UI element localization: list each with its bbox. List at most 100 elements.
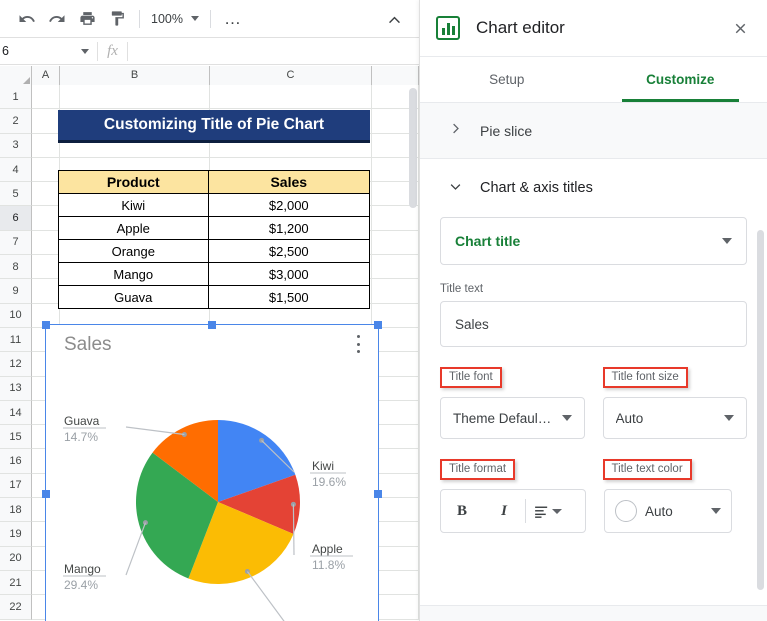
formula-input[interactable] <box>127 41 419 61</box>
row-header-6[interactable]: 6 <box>0 206 32 231</box>
row-header-10[interactable]: 10 <box>0 303 32 328</box>
row-header-17[interactable]: 17 <box>0 473 32 499</box>
row-header-14[interactable]: 14 <box>0 400 32 426</box>
more-options-button[interactable]: … <box>218 5 248 32</box>
pie-chart-object[interactable]: Sales Kiwi19.6%Apple11.8%Orange24.5%Mang… <box>42 321 382 621</box>
cell-product[interactable]: Kiwi <box>58 193 209 217</box>
pie-chart-svg: Kiwi19.6%Apple11.8%Orange24.5%Mango29.4%… <box>63 414 353 621</box>
grid-cell[interactable] <box>32 133 60 158</box>
print-icon[interactable] <box>72 5 102 32</box>
title-text-label: Title text <box>440 283 484 295</box>
close-icon[interactable] <box>727 15 753 41</box>
column-header-c[interactable]: C <box>210 66 372 85</box>
grid-cell[interactable] <box>32 85 60 110</box>
grid-cell[interactable] <box>372 255 419 280</box>
table-row: Kiwi $2,000 <box>58 193 371 217</box>
tab-setup[interactable]: Setup <box>420 57 594 102</box>
text-align-icon[interactable] <box>526 490 568 532</box>
row-header-2[interactable]: 2 <box>0 109 32 134</box>
resize-handle-top-right[interactable] <box>374 321 382 329</box>
cell-product[interactable]: Orange <box>58 239 209 263</box>
spreadsheet-area: 100% … 6 fx A B C 1 2 3 4 5 6 7 8 9 10 11 12 13 14 15 1… <box>0 0 419 621</box>
row-header-18[interactable]: 18 <box>0 498 32 523</box>
section-pie-slice[interactable]: Pie slice <box>420 103 767 159</box>
chart-editor-panel: Chart editor Setup Customize Pie slice C… <box>419 0 767 621</box>
title-text-color-picker[interactable]: Auto <box>604 489 732 533</box>
select-all-corner[interactable] <box>0 66 32 85</box>
cell-product[interactable]: Apple <box>58 216 209 240</box>
column-header-a[interactable]: A <box>32 66 60 85</box>
grid-cell[interactable] <box>60 85 210 110</box>
row-header-11[interactable]: 11 <box>0 327 32 353</box>
resize-handle-top-center[interactable] <box>208 321 216 329</box>
zoom-level-value: 100% <box>151 11 183 26</box>
grid-cell[interactable] <box>32 109 60 134</box>
sheet-vertical-scrollbar[interactable] <box>409 88 417 208</box>
cell-sales[interactable]: $1,500 <box>207 285 371 309</box>
toolbar-divider-2 <box>209 9 211 28</box>
undo-icon[interactable] <box>12 5 42 32</box>
row-header-12[interactable]: 12 <box>0 352 32 377</box>
title-font-dropdown[interactable]: Theme Defaul… <box>440 397 585 439</box>
tab-customize[interactable]: Customize <box>594 57 767 102</box>
pie-label-percent-apple: 11.8% <box>312 558 345 572</box>
row-header-9[interactable]: 9 <box>0 279 32 304</box>
row-header-8[interactable]: 8 <box>0 255 32 280</box>
grid-cell[interactable] <box>32 255 60 280</box>
bold-button[interactable]: B <box>441 490 483 532</box>
title-format-toolbar: B I <box>440 489 586 533</box>
pie-leader-line <box>125 426 185 436</box>
row-header-15[interactable]: 15 <box>0 425 32 450</box>
grid-cell[interactable] <box>32 206 60 231</box>
product-sales-table: Product Sales Kiwi $2,000 Apple $1,200 Orang… <box>58 170 371 309</box>
title-font-size-dropdown[interactable]: Auto <box>602 397 747 439</box>
cell-sales[interactable]: $2,500 <box>207 239 371 263</box>
title-font-label: Title font <box>440 367 502 388</box>
title-font-wrap: Theme Defaul… <box>440 397 585 439</box>
row-header-4[interactable]: 4 <box>0 157 32 183</box>
title-text-color-label-wrap: Title text color <box>602 459 748 489</box>
cell-sales[interactable]: $3,000 <box>207 262 371 286</box>
section-chart-axis-titles-header[interactable]: Chart & axis titles <box>420 159 767 217</box>
title-text-input[interactable]: Sales <box>440 301 747 347</box>
row-header-5[interactable]: 5 <box>0 182 32 207</box>
grid-cell[interactable] <box>372 230 419 256</box>
paint-format-icon[interactable] <box>102 5 132 32</box>
row-header-16[interactable]: 16 <box>0 449 32 474</box>
row-header-13[interactable]: 13 <box>0 376 32 401</box>
column-header-b[interactable]: B <box>60 66 210 85</box>
row-header-21[interactable]: 21 <box>0 570 32 596</box>
cell-sales[interactable]: $2,000 <box>207 193 371 217</box>
grid-cell[interactable] <box>32 230 60 256</box>
column-header-d[interactable] <box>372 66 419 85</box>
row-header-19[interactable]: 19 <box>0 522 32 547</box>
name-box[interactable]: 6 <box>0 38 97 65</box>
grid-cell[interactable] <box>372 206 419 231</box>
redo-icon[interactable] <box>42 5 72 32</box>
panel-vertical-scrollbar[interactable] <box>757 230 764 590</box>
row-header-7[interactable]: 7 <box>0 230 32 256</box>
grid-cell[interactable] <box>32 157 60 183</box>
chart-editor-header: Chart editor <box>420 0 767 57</box>
row-header-3[interactable]: 3 <box>0 133 32 158</box>
italic-button[interactable]: I <box>483 490 525 532</box>
grid-cell[interactable] <box>210 85 372 110</box>
row-header-1[interactable]: 1 <box>0 85 32 110</box>
resize-handle-top-left[interactable] <box>42 321 50 329</box>
table-row: Mango $3,000 <box>58 262 371 286</box>
chevron-up-icon[interactable] <box>383 9 405 31</box>
grid-cell[interactable] <box>32 182 60 207</box>
title-type-dropdown[interactable]: Chart title <box>440 217 747 265</box>
section-pie-slice-label: Pie slice <box>480 122 533 139</box>
cell-sales[interactable]: $1,200 <box>207 216 371 240</box>
grid-cell[interactable] <box>372 279 419 304</box>
row-header-20[interactable]: 20 <box>0 546 32 571</box>
grid-cell[interactable] <box>32 279 60 304</box>
row-header-22[interactable]: 22 <box>0 595 32 620</box>
zoom-level-selector[interactable]: 100% <box>147 12 203 26</box>
title-type-value: Chart title <box>455 233 521 249</box>
resize-handle-middle-right[interactable] <box>374 490 382 498</box>
cell-product[interactable]: Guava <box>58 285 209 309</box>
cell-product[interactable]: Mango <box>58 262 209 286</box>
resize-handle-middle-left[interactable] <box>42 490 50 498</box>
